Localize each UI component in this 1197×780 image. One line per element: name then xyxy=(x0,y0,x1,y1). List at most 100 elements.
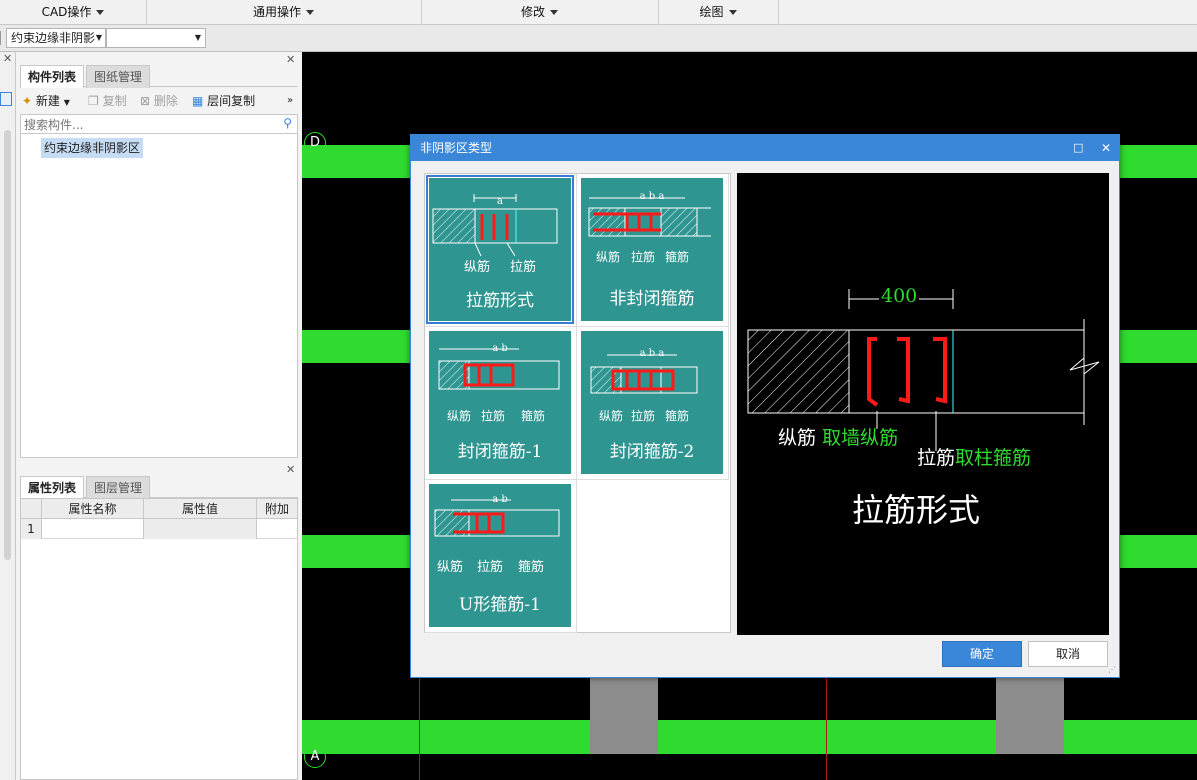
chevron-down-icon: ▼ xyxy=(95,33,102,42)
tab-component-list[interactable]: 构件列表 xyxy=(20,65,85,88)
column-block xyxy=(996,678,1064,754)
component-panel: ✕ 构件列表 图纸管理 ✦ 新建 ▼ ❐ 复制 ⊠ 删除 ▦ 层间复制 » ⚲ … xyxy=(16,52,302,780)
tab-property-list[interactable]: 属性列表 xyxy=(20,476,85,499)
component-actions: ✦ 新建 ▼ ❐ 复制 ⊠ 删除 ▦ 层间复制 » xyxy=(20,90,298,112)
component-toolbar: 约束边缘非阴影 ▼ ▼ xyxy=(0,25,1197,52)
rebar-label: 纵筋 xyxy=(437,560,464,575)
rebar-label: 纵筋 xyxy=(464,260,491,275)
chevron-down-icon xyxy=(96,10,105,15)
copy-button[interactable]: ❐ 复制 xyxy=(88,90,127,112)
rebar-label: 拉筋 xyxy=(477,560,504,575)
new-button[interactable]: ✦ 新建 ▼ xyxy=(22,90,70,112)
tab-drawing-management[interactable]: 图纸管理 xyxy=(86,65,151,88)
tab-strip: 构件列表 图纸管理 xyxy=(20,65,298,88)
search-icon[interactable]: ⚲ xyxy=(283,116,292,130)
menu-general-operations[interactable]: 通用操作 xyxy=(146,0,422,25)
rebar-label: 拉筋 xyxy=(631,250,656,264)
rebar-label: 拉筋 xyxy=(631,409,656,423)
chevron-down-icon xyxy=(550,10,558,15)
option-title: 拉筋形式 xyxy=(466,291,534,311)
left-dock-strip: ✕ xyxy=(0,52,16,780)
chevron-down-icon xyxy=(306,10,314,15)
scrollbar[interactable] xyxy=(4,130,11,560)
rebar-label: 纵筋 xyxy=(596,250,621,264)
rebar-label: 纵筋 xyxy=(599,409,624,423)
column-header: 属性名称 xyxy=(41,499,143,519)
chevron-down-icon xyxy=(728,10,737,15)
option-tie-bar[interactable]: a 纵筋 拉筋 拉筋形式 xyxy=(425,174,577,327)
delete-icon: ⊠ xyxy=(140,94,151,108)
delete-button[interactable]: ⊠ 删除 xyxy=(140,90,178,112)
preview-diagram xyxy=(747,289,1100,451)
menu-label: CAD操作 xyxy=(41,5,92,19)
table-row[interactable]: 1 xyxy=(21,519,297,539)
axis-line xyxy=(419,662,420,780)
property-value-cell[interactable] xyxy=(143,519,256,539)
rebar-label: 箍筋 xyxy=(521,409,546,423)
option-closed-stirrup-1[interactable]: a b 纵筋 拉筋 箍筋 封闭箍筋-1 xyxy=(425,327,577,480)
close-icon[interactable]: ✕ xyxy=(1101,135,1111,161)
resize-grip-icon[interactable]: ⋰ xyxy=(1108,665,1116,674)
rebar-label: 箍筋 xyxy=(665,250,690,264)
close-icon[interactable]: ✕ xyxy=(286,463,295,476)
option-closed-stirrup-2[interactable]: a b a 纵筋 拉筋 箍筋 封闭箍筋-2 xyxy=(577,327,729,480)
list-item[interactable]: 约束边缘非阴影区 xyxy=(41,138,144,158)
column-header: 属性值 xyxy=(143,499,256,519)
property-table: 属性名称 属性值 附加 1 xyxy=(20,498,298,780)
option-card: a b a 纵筋 拉筋 箍筋 非封闭箍筋 xyxy=(581,178,723,321)
column-block xyxy=(590,678,658,754)
property-extra-cell[interactable] xyxy=(256,519,297,539)
label-source: 取柱箍筋 xyxy=(955,447,1032,469)
menu-label: 绘图 xyxy=(699,5,724,19)
component-name-combo[interactable]: ▼ xyxy=(106,28,206,48)
rebar-label: 箍筋 xyxy=(665,409,690,423)
rebar-label: 拉筋 xyxy=(481,409,506,423)
floor-copy-icon: ▦ xyxy=(192,94,204,108)
dimension-label: a b xyxy=(492,494,508,505)
chevron-down-icon: ▼ xyxy=(63,98,70,107)
property-tab-strip: 属性列表 图层管理 xyxy=(20,476,298,499)
dialog-titlebar: 非阴影区类型 □ ✕ xyxy=(411,135,1119,161)
menu-draw[interactable]: 绘图 xyxy=(658,0,779,25)
cancel-button[interactable]: 取消 xyxy=(1028,641,1108,667)
type-preview: 400 纵筋 取墙纵筋 拉筋取柱箍筋 拉筋形式 xyxy=(737,173,1109,635)
component-type-combo[interactable]: 约束边缘非阴影 ▼ xyxy=(6,28,106,48)
row-index: 1 xyxy=(21,519,41,539)
more-icon[interactable]: » xyxy=(287,90,293,112)
longitudinal-rebar-label: 纵筋 取墙纵筋 xyxy=(778,423,898,450)
axis-bubble-a: A xyxy=(304,746,326,768)
property-name-cell[interactable] xyxy=(41,519,143,539)
axis-bubble-d: D xyxy=(304,132,326,154)
copy-label: 复制 xyxy=(102,94,127,108)
toolbar-grip xyxy=(0,31,4,45)
label-text: 拉筋 xyxy=(917,447,956,469)
component-list: 约束边缘非阴影区 xyxy=(20,134,298,458)
dimension-label: a b xyxy=(492,343,508,354)
option-title: 封闭箍筋-1 xyxy=(457,442,543,462)
preview-title: 拉筋形式 xyxy=(851,491,980,529)
tab-layer-management[interactable]: 图层管理 xyxy=(86,476,151,499)
tie-rebar-label: 拉筋取柱箍筋 xyxy=(917,443,1031,470)
menu-cad-operations[interactable]: CAD操作 xyxy=(0,0,147,25)
menu-label: 修改 xyxy=(520,5,545,19)
option-open-stirrup[interactable]: a b a 纵筋 拉筋 箍筋 非封闭箍筋 xyxy=(577,174,729,327)
option-card: a 纵筋 拉筋 拉筋形式 xyxy=(426,175,574,324)
option-u-stirrup-1[interactable]: a b 纵筋 拉筋 箍筋 U形箍筋-1 xyxy=(425,480,577,633)
close-icon[interactable]: ✕ xyxy=(3,52,12,65)
option-title: 封闭箍筋-2 xyxy=(609,442,695,462)
new-icon: ✦ xyxy=(22,94,33,108)
rebar-label: 箍筋 xyxy=(518,560,545,575)
dimension-label: 400 xyxy=(879,285,920,307)
search-input[interactable] xyxy=(21,115,281,135)
table-header: 属性名称 属性值 附加 xyxy=(21,499,297,519)
ok-button[interactable]: 确定 xyxy=(942,641,1022,667)
rebar-label: 拉筋 xyxy=(510,260,537,275)
floor-copy-button[interactable]: ▦ 层间复制 xyxy=(192,90,255,112)
dimension-label: a b a xyxy=(639,191,665,202)
panel-icon[interactable] xyxy=(0,92,12,106)
column-header: 附加 xyxy=(256,499,297,519)
label-text: 纵筋 xyxy=(778,427,817,449)
menu-modify[interactable]: 修改 xyxy=(421,0,659,25)
maximize-icon[interactable]: □ xyxy=(1073,135,1083,161)
component-search: ⚲ xyxy=(20,114,298,135)
